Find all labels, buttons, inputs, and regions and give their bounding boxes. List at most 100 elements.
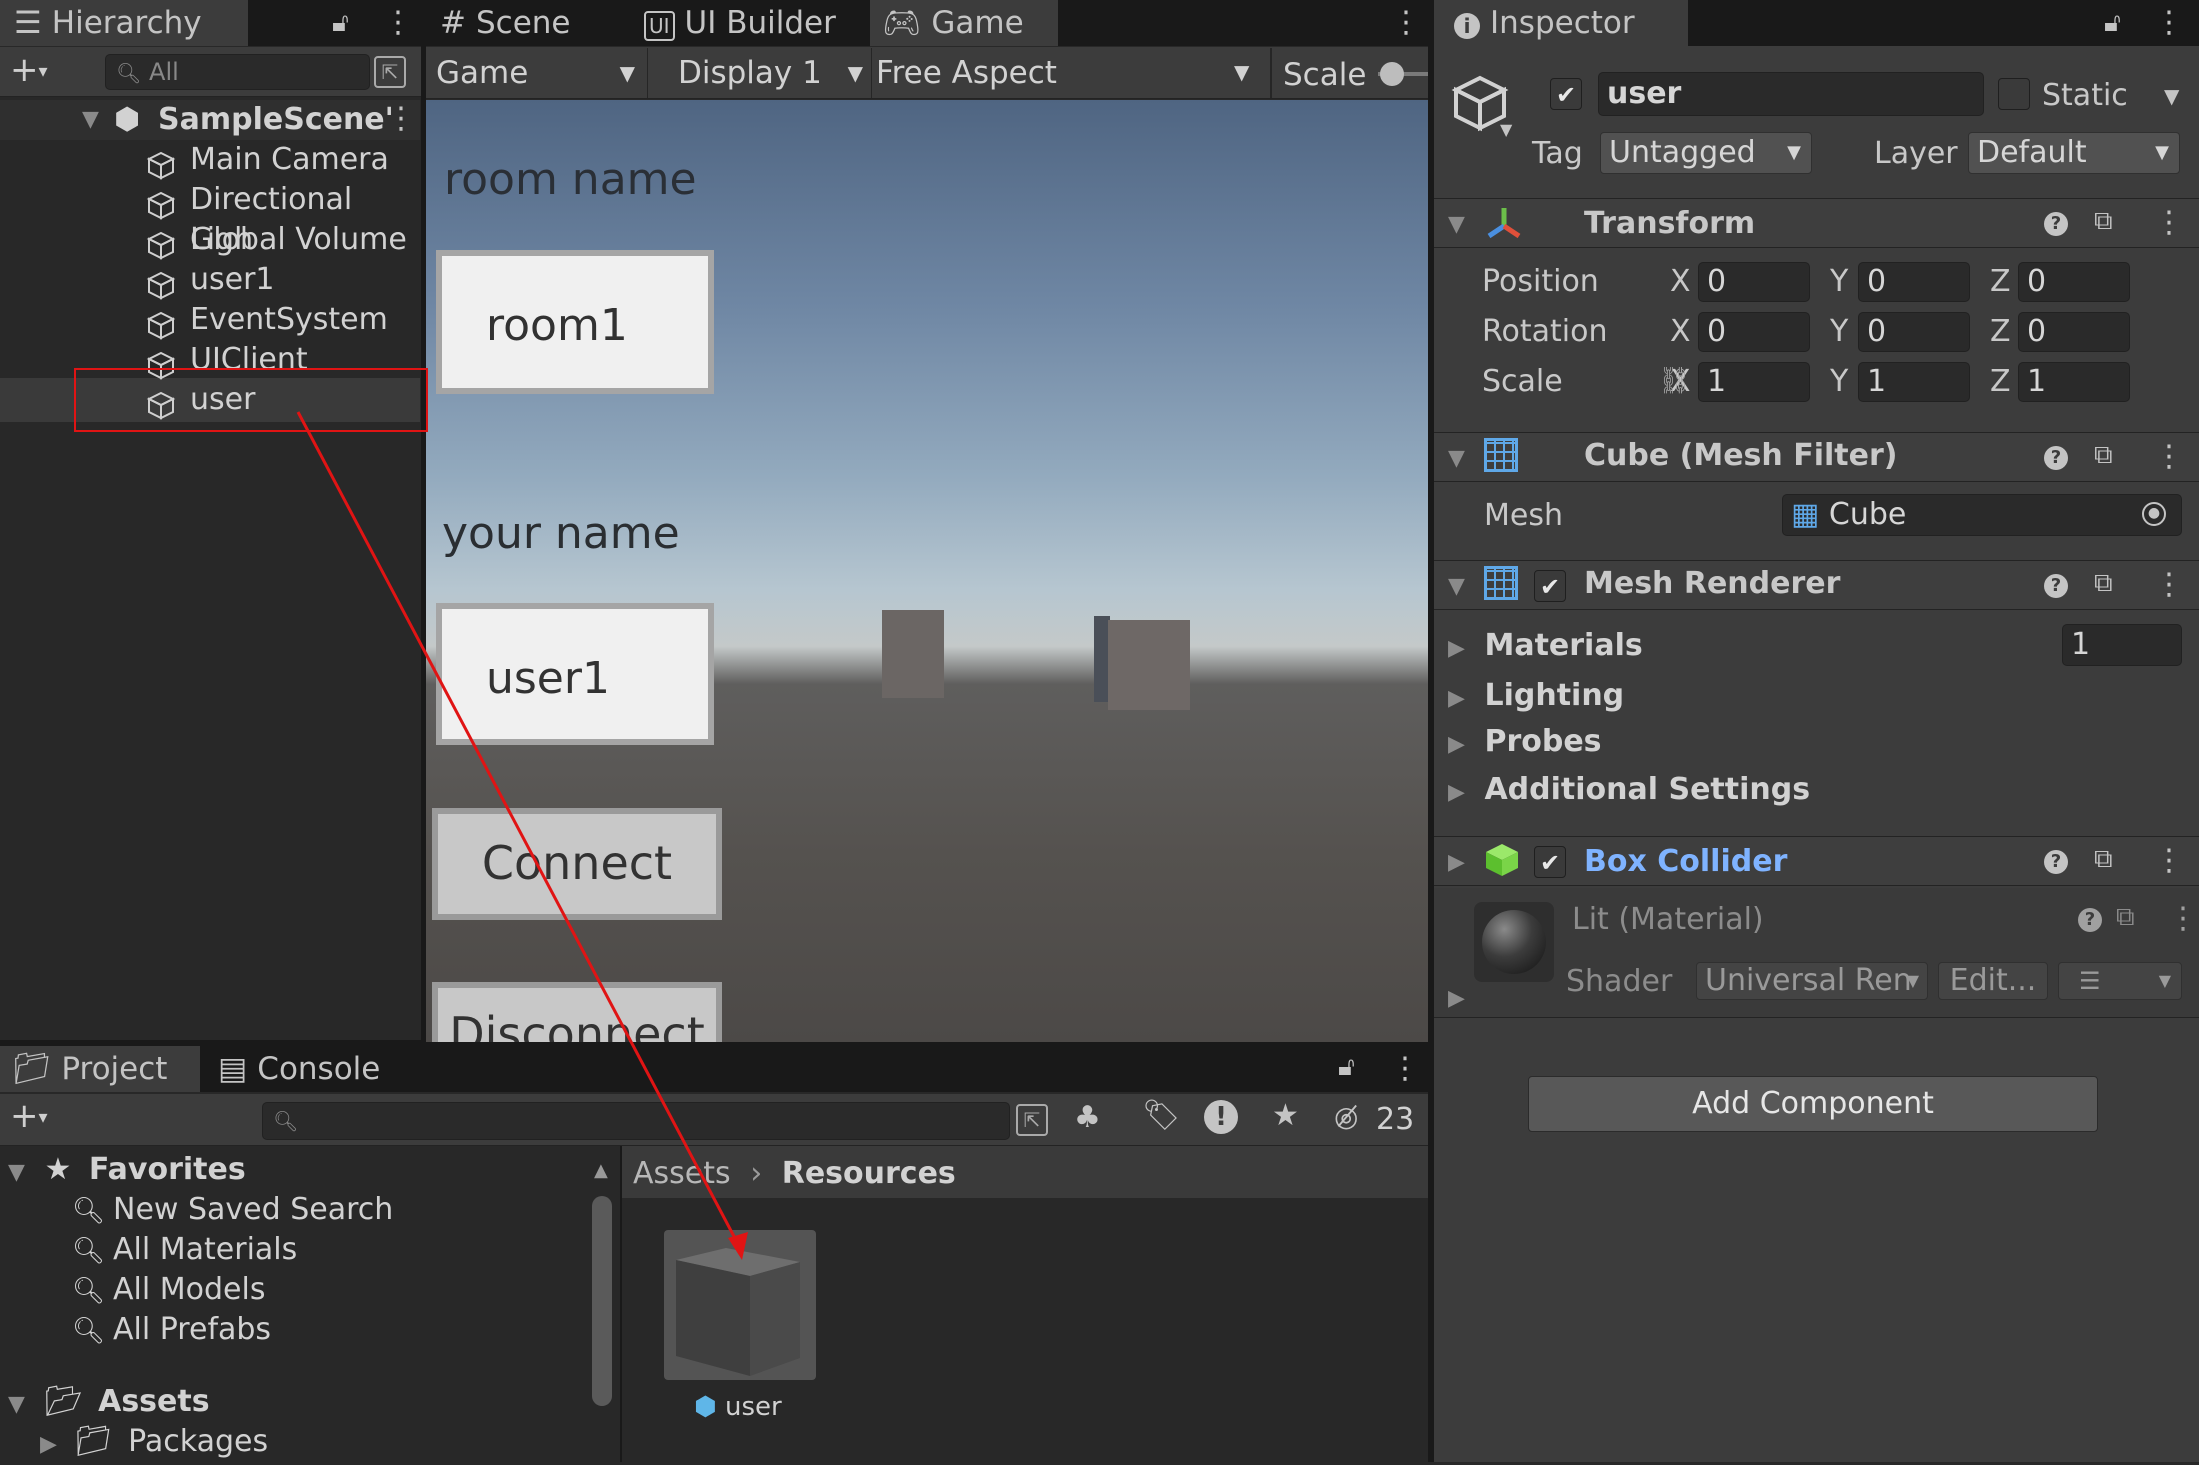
hierarchy-item[interactable]: Main Camera: [0, 140, 420, 180]
favorite-item[interactable]: 🔍︎ All Models: [72, 1270, 265, 1311]
transform-z-field[interactable]: 0: [2018, 262, 2130, 302]
user-name-input[interactable]: user1: [436, 603, 714, 745]
packages-row[interactable]: ▶ 📁︎ Packages: [40, 1422, 268, 1465]
assets-header[interactable]: ▼ 📂︎ Assets: [8, 1382, 210, 1425]
shader-dropdown[interactable]: Universal Ren ▼: [1696, 962, 1928, 1000]
tree-scrollbar[interactable]: [592, 1196, 612, 1406]
filter-by-label-icon[interactable]: 🏷︎: [1142, 1098, 1180, 1133]
favorite-item[interactable]: 🔍︎ New Saved Search: [72, 1190, 393, 1231]
materials-count-field[interactable]: 1: [2062, 624, 2182, 666]
edit-shader-button[interactable]: Edit...: [1938, 962, 2048, 1000]
scene-menu-icon[interactable]: ⋮: [386, 104, 416, 134]
transform-z-field[interactable]: 0: [2018, 312, 2130, 352]
preset-icon[interactable]: ⧉: [2094, 568, 2113, 599]
transform-header[interactable]: [1434, 198, 2199, 248]
collapse-arrow-icon[interactable]: ▶: [1448, 986, 1465, 1011]
component-menu-icon[interactable]: ⋮: [2154, 208, 2184, 238]
help-icon[interactable]: ?: [2078, 908, 2102, 932]
transform-x-field[interactable]: 0: [1698, 312, 1810, 352]
constrain-proportions-icon[interactable]: ⛓︎: [1658, 366, 1691, 396]
expand-arrow-icon[interactable]: ▼: [1448, 212, 1465, 237]
scale-slider-handle[interactable]: [1380, 62, 1404, 86]
icon-dropdown-arrow-icon[interactable]: ▼: [1500, 120, 1512, 139]
transform-y-field[interactable]: 0: [1858, 312, 1970, 352]
component-menu-icon[interactable]: ⋮: [2168, 904, 2198, 934]
hierarchy-item[interactable]: EventSystem: [0, 300, 420, 340]
probes-foldout[interactable]: ▶ Probes: [1448, 722, 1602, 765]
preset-icon[interactable]: ⧉: [2094, 844, 2113, 875]
shader-options-dropdown[interactable]: ☰ ▼: [2058, 962, 2182, 1000]
tab-game[interactable]: 🎮︎ Game: [870, 0, 1058, 46]
breadcrumb-resources[interactable]: Resources: [782, 1156, 956, 1191]
game-mode-dropdown[interactable]: Game ▼: [426, 48, 648, 98]
project-search-input[interactable]: 🔍︎: [262, 1102, 1010, 1140]
tab-scene[interactable]: # Scene: [440, 0, 630, 46]
display-dropdown[interactable]: Display 1 ▼: [664, 48, 872, 98]
hierarchy-item[interactable]: Global Volume: [0, 220, 420, 260]
disconnect-button[interactable]: Disconnect: [432, 982, 722, 1042]
component-menu-icon[interactable]: ⋮: [2154, 846, 2184, 876]
transform-z-field[interactable]: 1: [2018, 362, 2130, 402]
connect-button[interactable]: Connect: [432, 808, 722, 920]
add-object-button[interactable]: +▾: [10, 50, 48, 90]
collapse-arrow-icon[interactable]: ▶: [1448, 850, 1465, 875]
transform-y-field[interactable]: 1: [1858, 362, 1970, 402]
search-scope-icon[interactable]: ⇱: [1016, 1104, 1048, 1136]
more-menu-icon[interactable]: ⋮: [2154, 8, 2184, 38]
tab-ui-builder[interactable]: UI UI Builder: [644, 0, 884, 46]
expand-arrow-icon[interactable]: ▼: [1448, 574, 1465, 599]
mesh-object-field[interactable]: ▦ Cube: [1782, 494, 2182, 536]
favorites-header[interactable]: ▼ ★ Favorites: [8, 1150, 246, 1193]
lock-icon[interactable]: 🔓︎: [2104, 8, 2121, 39]
create-asset-button[interactable]: +▾: [10, 1096, 48, 1136]
transform-y-field[interactable]: 0: [1858, 262, 1970, 302]
more-menu-icon[interactable]: ⋮: [1390, 1054, 1420, 1084]
materials-foldout[interactable]: ▶ Materials: [1448, 626, 1643, 669]
object-name-input[interactable]: user: [1598, 72, 1984, 116]
lock-icon[interactable]: 🔓︎: [1338, 1052, 1355, 1083]
add-component-button[interactable]: Add Component: [1528, 1076, 2098, 1132]
object-picker-icon[interactable]: ●: [2142, 502, 2166, 526]
active-checkbox[interactable]: ✔: [1550, 78, 1582, 110]
layer-dropdown[interactable]: Default ▼: [1968, 132, 2180, 174]
view-menu-icon[interactable]: ⋮: [1391, 8, 1421, 38]
scene-row[interactable]: ▼ ⬢ SampleScene' ⋮: [0, 100, 420, 140]
tab-inspector[interactable]: i Inspector: [1434, 0, 1688, 46]
expand-arrow-icon[interactable]: ▼: [1448, 446, 1465, 471]
asset-label[interactable]: ⬢ user: [694, 1390, 782, 1424]
tab-hierarchy[interactable]: ☰ Hierarchy: [0, 0, 248, 46]
favorite-item[interactable]: 🔍︎ All Materials: [72, 1230, 297, 1271]
tab-project[interactable]: 📁︎ Project: [0, 1046, 200, 1092]
box-collider-enabled-checkbox[interactable]: ✔: [1534, 846, 1566, 878]
preset-icon[interactable]: ⧉: [2094, 206, 2113, 237]
preset-icon[interactable]: ⧉: [2094, 440, 2113, 471]
static-checkbox[interactable]: [1998, 78, 2030, 110]
static-dropdown-arrow-icon[interactable]: ▼: [2164, 84, 2179, 108]
help-icon[interactable]: ?: [2044, 446, 2068, 470]
transform-x-field[interactable]: 1: [1698, 362, 1810, 402]
asset-tile[interactable]: [664, 1230, 816, 1380]
component-menu-icon[interactable]: ⋮: [2154, 442, 2184, 472]
tag-dropdown[interactable]: Untagged ▼: [1600, 132, 1812, 174]
preset-icon[interactable]: ⧉: [2116, 902, 2135, 933]
help-icon[interactable]: ?: [2044, 212, 2068, 236]
scene-visibility-icon[interactable]: ⇱: [374, 56, 406, 88]
breadcrumb-assets[interactable]: Assets: [633, 1156, 731, 1191]
transform-x-field[interactable]: 0: [1698, 262, 1810, 302]
hierarchy-item[interactable]: user1: [0, 260, 420, 300]
star-icon[interactable]: ★: [1272, 1098, 1299, 1133]
hierarchy-item[interactable]: Directional Ligh: [0, 180, 420, 257]
log-icon[interactable]: !: [1204, 1100, 1238, 1134]
favorite-item[interactable]: 🔍︎ All Prefabs: [72, 1310, 271, 1351]
help-icon[interactable]: ?: [2044, 574, 2068, 598]
tab-console[interactable]: ▤ Console: [218, 1046, 418, 1092]
lock-icon[interactable]: 🔓︎: [332, 8, 349, 39]
component-menu-icon[interactable]: ⋮: [2154, 570, 2184, 600]
more-menu-icon[interactable]: ⋮: [383, 8, 413, 38]
additional-settings-foldout[interactable]: ▶ Additional Settings: [1448, 770, 1810, 813]
mesh-renderer-enabled-checkbox[interactable]: ✔: [1534, 570, 1566, 602]
help-icon[interactable]: ?: [2044, 850, 2068, 874]
filter-by-type-icon[interactable]: ♣: [1074, 1100, 1101, 1135]
hidden-packages-icon[interactable]: ◎̸: [1334, 1100, 1358, 1133]
lighting-foldout[interactable]: ▶ Lighting: [1448, 676, 1624, 719]
